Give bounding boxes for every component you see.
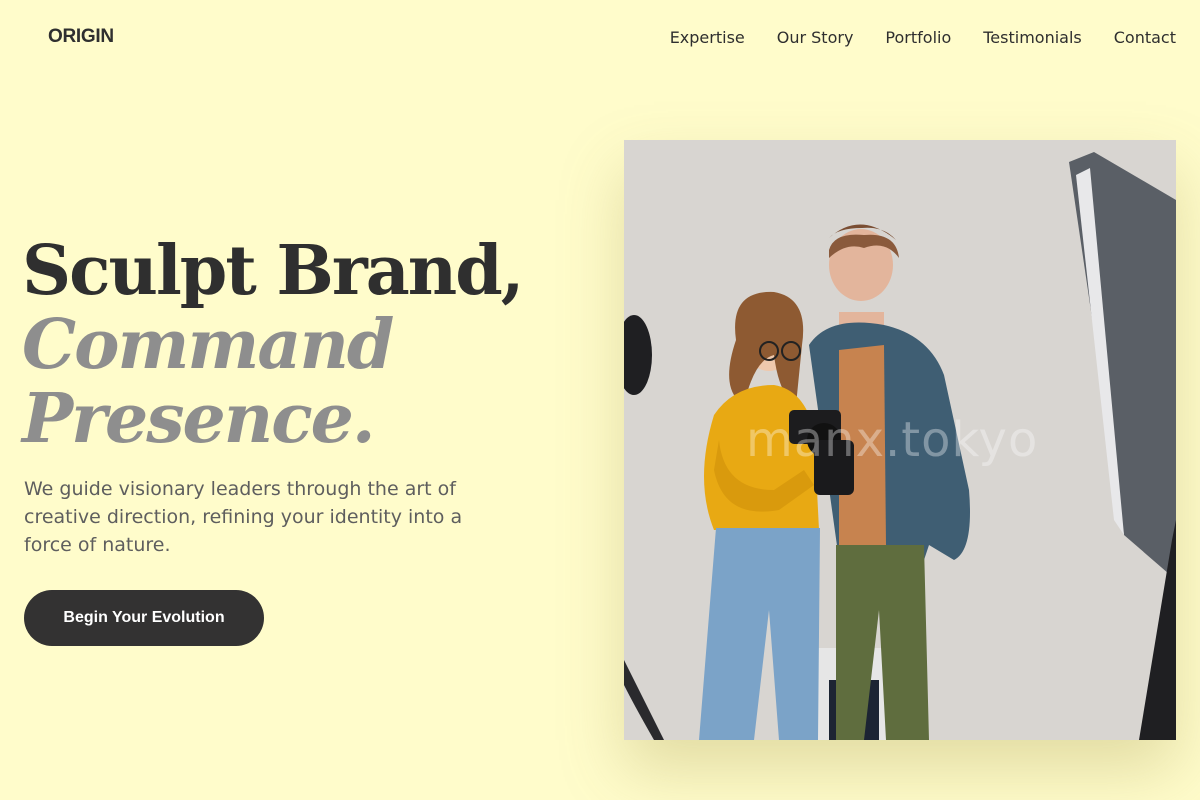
hero-description: We guide visionary leaders through the a… bbox=[24, 478, 463, 556]
nav-link-expertise[interactable]: Expertise bbox=[670, 27, 745, 49]
nav-link-our-story[interactable]: Our Story bbox=[777, 27, 854, 49]
main-nav: Expertise Our Story Portfolio Testimonia… bbox=[670, 27, 1176, 49]
site-logo[interactable]: ORIGIN bbox=[48, 26, 114, 48]
image-watermark: manx.tokyo bbox=[746, 412, 1039, 468]
hero-headline: Sculpt Brand, Command Presence. bbox=[22, 231, 524, 459]
nav-link-testimonials[interactable]: Testimonials bbox=[983, 27, 1082, 49]
headline-line-2: Command bbox=[22, 305, 394, 385]
headline-line-1: Sculpt Brand, bbox=[22, 231, 524, 311]
begin-evolution-button[interactable]: Begin Your Evolution bbox=[24, 590, 264, 646]
headline-line-3: Presence. bbox=[22, 379, 376, 459]
nav-link-portfolio[interactable]: Portfolio bbox=[885, 27, 951, 49]
hero-photo: manx.tokyo bbox=[624, 140, 1176, 740]
landing-page: ORIGIN Expertise Our Story Portfolio Tes… bbox=[0, 0, 1200, 800]
nav-link-contact[interactable]: Contact bbox=[1114, 27, 1176, 49]
